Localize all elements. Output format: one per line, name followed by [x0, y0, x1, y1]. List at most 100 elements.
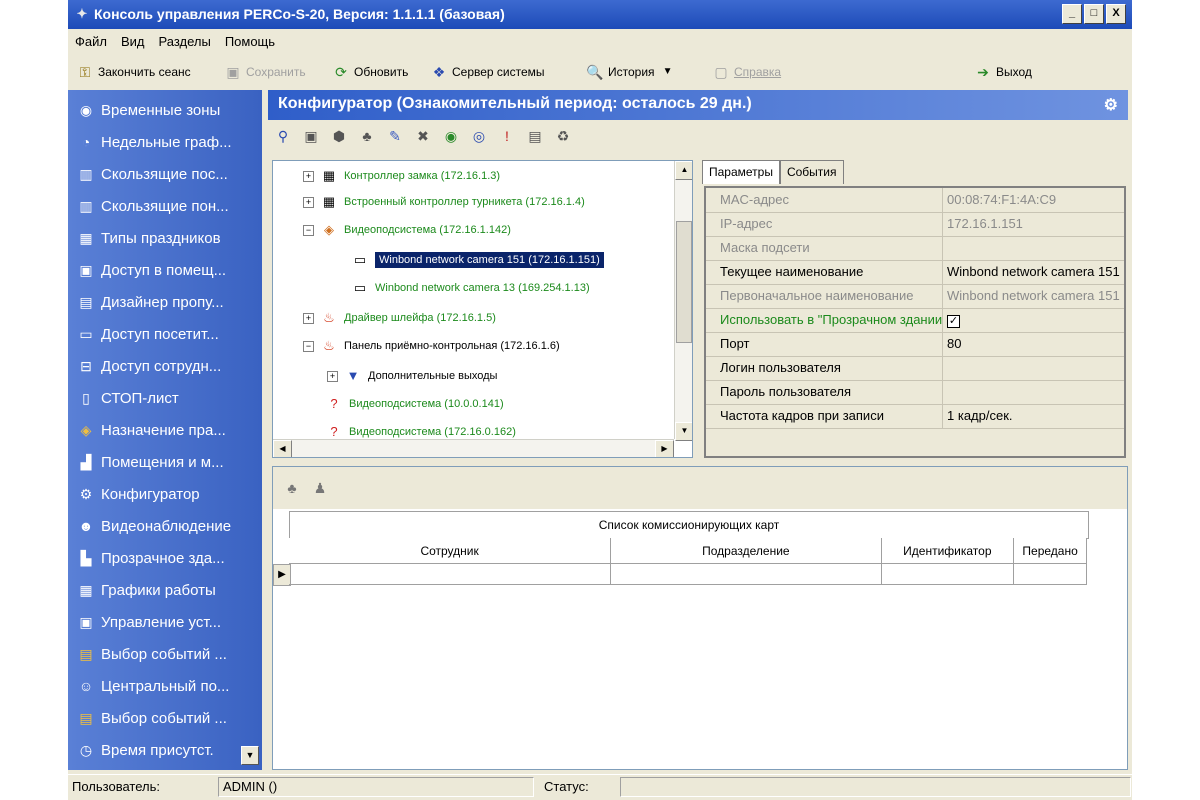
sidebar-item-presence-time[interactable]: ◷ Время присутст.	[76, 737, 214, 763]
sidebar-item-time-zones[interactable]: ◉ Временные зоны	[76, 97, 220, 123]
tree-node[interactable]: ▭ Winbond network camera 13 (169.254.1.13…	[351, 277, 590, 299]
sidebar-item-pass-designer[interactable]: ▤ Дизайнер пропу...	[76, 289, 223, 315]
end-session-button[interactable]: ⚿ Закончить сеанс	[76, 61, 191, 83]
table-row[interactable]	[289, 564, 1087, 585]
tree-node-selected[interactable]: ▭ Winbond network camera 151 (172.16.1.15…	[351, 249, 604, 271]
sidebar-item-sliding-weekly[interactable]: ▥ Скользящие пос...	[76, 161, 227, 187]
tree-horizontal-scrollbar[interactable]: ◀ ▶	[273, 439, 674, 457]
column-department[interactable]: Подразделение	[611, 538, 882, 564]
sidebar-item-sliding-daily[interactable]: ▥ Скользящие пон...	[76, 193, 228, 219]
scroll-up-button[interactable]: ▲	[675, 161, 692, 180]
property-row[interactable]: Частота кадров при записи 1 кадр/сек.	[706, 404, 1124, 429]
property-value[interactable]: 1 кадр/сек.	[943, 404, 1124, 428]
property-row[interactable]: Логин пользователя	[706, 356, 1124, 381]
sidebar-item-weekly-schedules[interactable]: ◔ Недельные граф...	[76, 129, 232, 155]
property-row[interactable]: MAC-адрес 00:08:74:F1:4A:C9	[706, 188, 1124, 213]
sidebar-item-central-post[interactable]: ☺ Центральный по...	[76, 673, 230, 699]
expand-icon[interactable]: +	[303, 196, 314, 208]
sidebar-item-rooms[interactable]: ▟ Помещения и м...	[76, 449, 224, 475]
collapse-icon[interactable]: −	[303, 224, 314, 236]
menu-file[interactable]: Файл	[68, 34, 114, 49]
property-value[interactable]: ✓	[943, 308, 1124, 332]
add-device-icon[interactable]: ⬢	[328, 125, 350, 147]
delete-icon[interactable]: ✖	[412, 125, 434, 147]
menu-help[interactable]: Помощь	[218, 34, 282, 49]
help-button[interactable]: ▢ Справка	[712, 61, 781, 83]
sidebar-item-transparent-building[interactable]: ▙ Прозрачное зда...	[76, 545, 225, 571]
sidebar-scroll-down-button[interactable]: ▼	[241, 746, 259, 765]
activate-icon[interactable]: ◉	[440, 125, 462, 147]
column-identifier[interactable]: Идентификатор	[881, 538, 1015, 564]
scroll-left-button[interactable]: ◀	[273, 440, 292, 457]
use-in-transparent-building-checkbox[interactable]: ✓	[947, 315, 960, 328]
close-button[interactable]: X	[1106, 4, 1126, 24]
sidebar-item-video-surveillance[interactable]: ☻ Видеонаблюдение	[76, 513, 232, 539]
expand-icon[interactable]: +	[303, 312, 314, 324]
property-row[interactable]: Первоначальное наименование Winbond netwo…	[706, 284, 1124, 309]
property-row[interactable]: Маска подсети	[706, 236, 1124, 261]
menu-view[interactable]: Вид	[114, 34, 152, 49]
cell-transferred[interactable]	[1014, 564, 1087, 585]
search-devices-icon[interactable]: ⚲	[272, 125, 294, 147]
recycle-icon[interactable]: ♻	[552, 125, 574, 147]
property-value[interactable]	[943, 356, 1124, 380]
property-row[interactable]: Пароль пользователя	[706, 380, 1124, 405]
sidebar-item-event-selection-1[interactable]: ▤ Выбор событий ...	[76, 641, 227, 667]
save-button[interactable]: ▣ Сохранить	[224, 61, 305, 83]
dropdown-arrow-icon[interactable]: ▼	[659, 63, 677, 81]
sidebar-item-device-control[interactable]: ▣ Управление уст...	[76, 609, 221, 635]
tab-parameters[interactable]: Параметры	[702, 160, 780, 184]
cell-department[interactable]	[611, 564, 882, 585]
refresh-button[interactable]: ⟳ Обновить	[332, 61, 408, 83]
collapse-icon[interactable]: −	[303, 340, 314, 352]
column-employee[interactable]: Сотрудник	[289, 538, 612, 564]
tab-events[interactable]: События	[779, 160, 844, 184]
connect-icon[interactable]: ◎	[468, 125, 490, 147]
cell-identifier[interactable]	[881, 564, 1015, 585]
sidebar-item-employee-access[interactable]: ⊟ Доступ сотрудн...	[76, 353, 221, 379]
sidebar-item-room-access[interactable]: ▣ Доступ в помещ...	[76, 257, 226, 283]
history-button[interactable]: 🔍 История ▼	[586, 61, 677, 83]
expand-icon[interactable]: +	[327, 370, 338, 382]
sidebar-item-work-schedules[interactable]: ▦ Графики работы	[76, 577, 215, 603]
tree-node[interactable]: + ▼ Дополнительные выходы	[327, 365, 497, 387]
property-row[interactable]: Текущее наименование Winbond network came…	[706, 260, 1124, 285]
system-server-button[interactable]: ❖ Сервер системы	[430, 61, 545, 83]
scroll-down-button[interactable]: ▼	[675, 422, 692, 441]
sidebar-item-holiday-types[interactable]: ▦ Типы праздников	[76, 225, 220, 251]
sidebar-item-configurator[interactable]: ⚙ Конфигуратор	[76, 481, 200, 507]
tree-node[interactable]: − ◈ Видеоподсистема (172.16.1.142)	[303, 219, 511, 241]
add-card-icon[interactable]: ♣	[281, 477, 303, 499]
sidebar-item-stop-list[interactable]: ▯ СТОП-лист	[76, 385, 179, 411]
tree-vertical-scrollbar[interactable]: ▲ ▼	[674, 161, 692, 441]
property-row[interactable]: Порт 80	[706, 332, 1124, 357]
property-value[interactable]: 80	[943, 332, 1124, 356]
cell-employee[interactable]	[289, 564, 612, 585]
scroll-right-button[interactable]: ▶	[655, 440, 674, 457]
tree-node[interactable]: + ▦ Контроллер замка (172.16.1.3)	[303, 165, 500, 187]
sidebar-item-visitor-access[interactable]: ▭ Доступ посетит...	[76, 321, 218, 347]
property-row[interactable]: Использовать в "Прозрачном здании" ✓	[706, 308, 1124, 333]
column-transferred[interactable]: Передано	[1014, 538, 1087, 564]
scroll-thumb[interactable]	[676, 221, 692, 343]
tree-node[interactable]: ? Видеоподсистема (10.0.0.141)	[325, 393, 503, 415]
add-subdevice-icon[interactable]: ♣	[356, 125, 378, 147]
sidebar-item-event-selection-2[interactable]: ▤ Выбор событий ...	[76, 705, 227, 731]
edit-icon[interactable]: ✎	[384, 125, 406, 147]
property-value[interactable]	[943, 380, 1124, 404]
exit-button[interactable]: ➔ Выход	[974, 61, 1032, 83]
expand-icon[interactable]: +	[303, 170, 314, 182]
tree-node[interactable]: + ▦ Встроенный контроллер турникета (172.1…	[303, 191, 585, 213]
remove-card-icon[interactable]: ♟	[309, 477, 331, 499]
alarm-icon[interactable]: !	[496, 125, 518, 147]
sidebar-item-rights-assignment[interactable]: ◈ Назначение пра...	[76, 417, 226, 443]
properties-icon[interactable]: ▣	[300, 125, 322, 147]
monitor-settings-icon[interactable]: ▤	[524, 125, 546, 147]
tree-node[interactable]: + ♨ Драйвер шлейфа (172.16.1.5)	[303, 307, 496, 329]
menu-sections[interactable]: Разделы	[152, 34, 218, 49]
minimize-button[interactable]: _	[1062, 4, 1082, 24]
property-row[interactable]: IP-адрес 172.16.1.151	[706, 212, 1124, 237]
maximize-button[interactable]: □	[1084, 4, 1104, 24]
property-value[interactable]: Winbond network camera 151	[943, 260, 1124, 284]
tree-node[interactable]: − ♨ Панель приёмно-контрольная (172.16.1.6…	[303, 335, 560, 357]
